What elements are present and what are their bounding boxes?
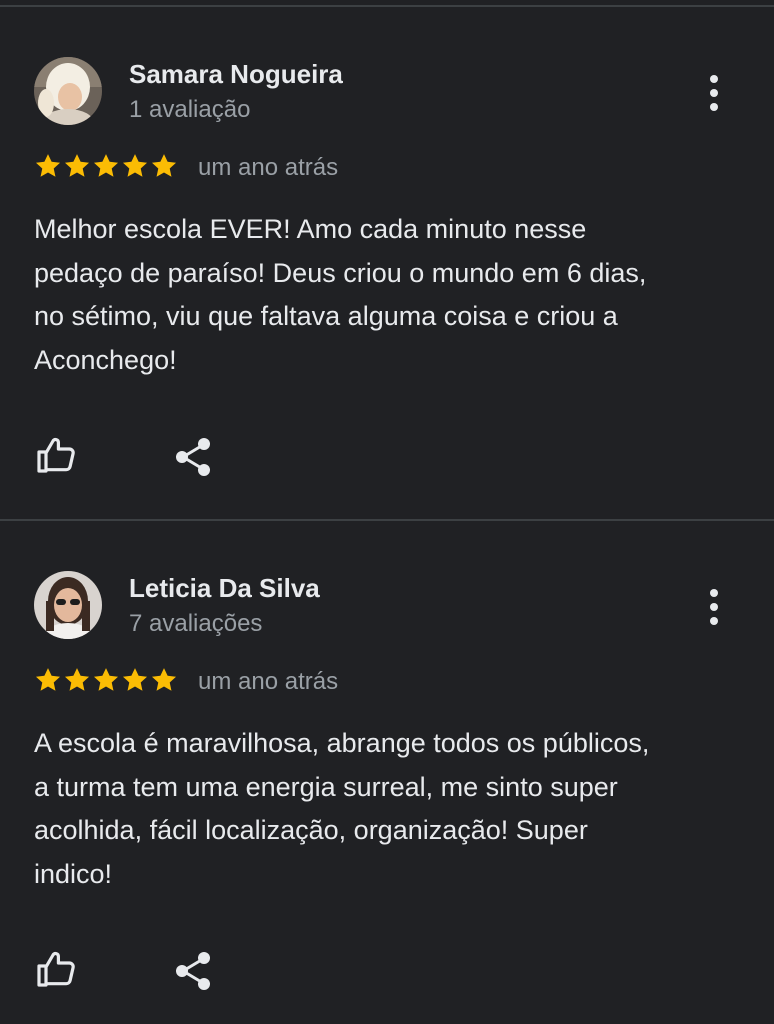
- star-icon: [92, 152, 120, 180]
- review-text-line: Melhor escola EVER! Amo cada minuto ness…: [34, 214, 587, 244]
- author-name[interactable]: Leticia Da Silva: [129, 573, 320, 604]
- star-rating: [34, 666, 178, 694]
- review-text-line: indico!: [34, 858, 113, 889]
- more-vert-icon: [710, 75, 718, 83]
- review-time: um ano atrás: [198, 154, 339, 181]
- star-icon: [63, 666, 91, 694]
- more-vert-icon-dot: [710, 103, 718, 111]
- more-options-button[interactable]: [694, 71, 734, 115]
- review-count[interactable]: 1 avaliação: [129, 96, 250, 124]
- share-button[interactable]: [172, 948, 216, 992]
- review-text-line: Aconchego!: [34, 344, 177, 375]
- more-vert-icon-dot: [710, 89, 718, 97]
- avatar[interactable]: [34, 571, 102, 639]
- more-vert-icon: [710, 589, 718, 597]
- review-time: um ano atrás: [198, 668, 339, 695]
- more-vert-icon-dot: [710, 603, 718, 611]
- star-icon: [121, 666, 149, 694]
- review-count[interactable]: 7 avaliações: [129, 610, 262, 638]
- share-button[interactable]: [172, 434, 216, 478]
- review-text-line: no sétimo, viu que faltava alguma coisa …: [34, 301, 618, 331]
- star-icon: [92, 666, 120, 694]
- more-options-button[interactable]: [694, 585, 734, 629]
- thumb-up-icon: [37, 951, 75, 987]
- star-icon: [150, 152, 178, 180]
- review-text-line: pedaço de paraíso! Deus criou o mundo em…: [34, 257, 647, 288]
- review-text: Melhor escola EVER! Amo cada minuto ness…: [34, 208, 734, 382]
- star-icon: [34, 666, 62, 694]
- star-icon: [121, 152, 149, 180]
- more-vert-icon-dot: [710, 617, 718, 625]
- review-text-line: a turma tem uma energia surreal, me sint…: [34, 771, 618, 802]
- review-text-line: acolhida, fácil localização, organização…: [34, 815, 588, 845]
- share-icon: [176, 438, 210, 476]
- review-card: Leticia Da Silva 7 avaliações um ano atr…: [0, 521, 774, 1024]
- reviews-page: Samara Nogueira 1 avaliação um ano atrás…: [0, 0, 774, 1024]
- review-text-line: A escola é maravilhosa, abrange todos os…: [34, 728, 650, 758]
- avatar[interactable]: [34, 57, 102, 125]
- star-icon: [34, 152, 62, 180]
- review-card: Samara Nogueira 1 avaliação um ano atrás…: [0, 7, 774, 519]
- star-icon: [150, 666, 178, 694]
- review-text: A escola é maravilhosa, abrange todos os…: [34, 722, 734, 896]
- share-icon: [176, 952, 210, 990]
- star-rating: [34, 152, 178, 180]
- thumb-up-icon: [37, 437, 75, 473]
- like-button[interactable]: [34, 432, 80, 478]
- star-icon: [63, 152, 91, 180]
- like-button[interactable]: [34, 946, 80, 992]
- author-name[interactable]: Samara Nogueira: [129, 59, 343, 90]
